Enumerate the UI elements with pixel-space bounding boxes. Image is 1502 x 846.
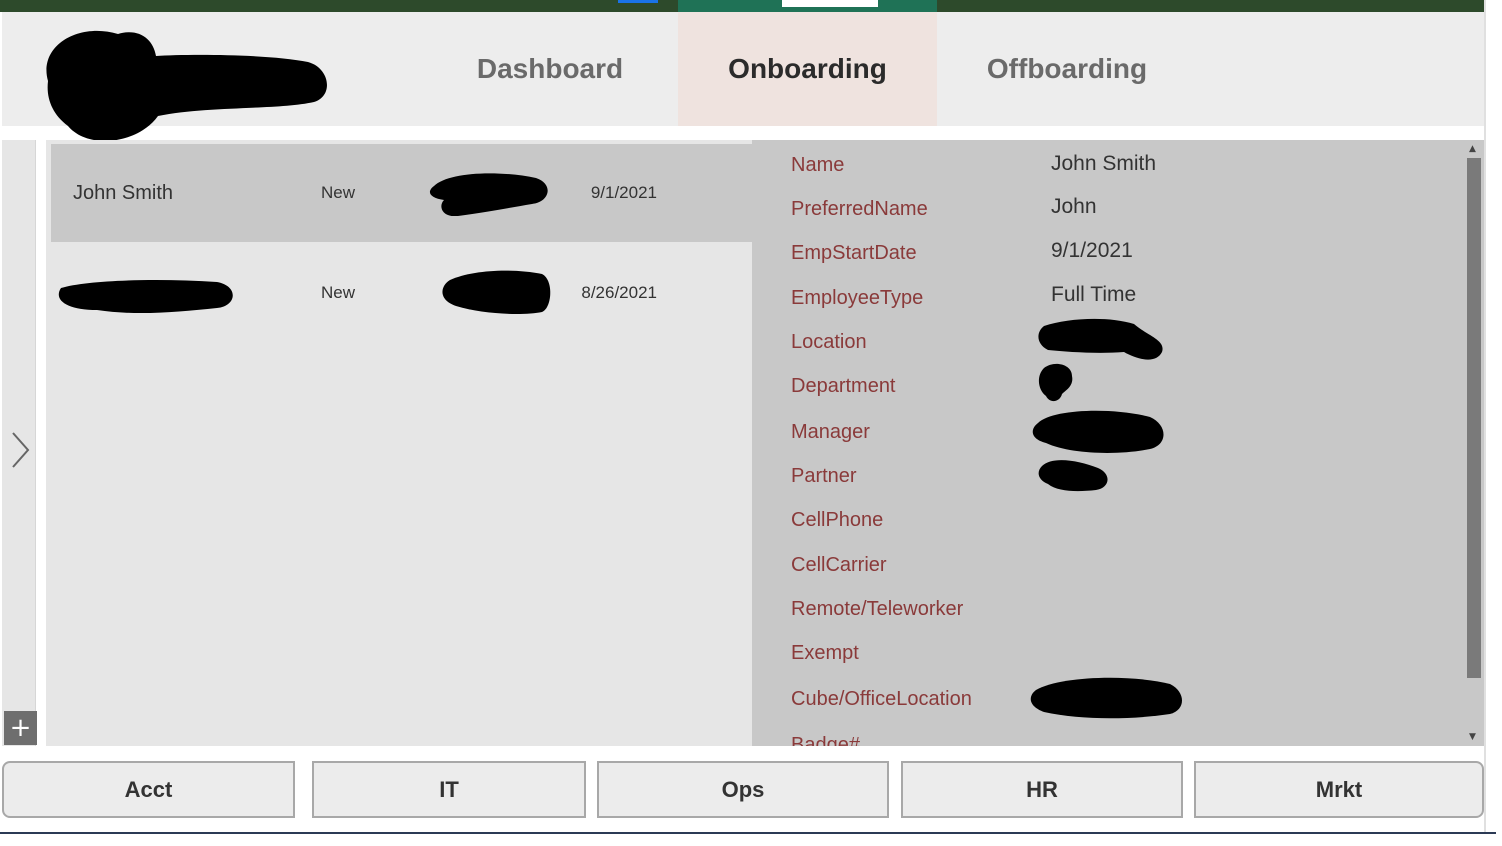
- field-label: Partner: [791, 464, 857, 487]
- field-value[interactable]: John Smith: [1051, 149, 1156, 179]
- field-label: Department: [791, 374, 896, 397]
- field-label: Remote/Teleworker: [791, 597, 964, 620]
- employee-name: John Smith: [73, 181, 174, 204]
- employee-date: 9/1/2021: [590, 183, 657, 202]
- window-edge: [1484, 0, 1486, 832]
- field-label: Cube/OfficeLocation: [791, 687, 972, 710]
- it-button[interactable]: IT: [312, 761, 586, 818]
- left-rail: +: [2, 140, 37, 746]
- plus-icon[interactable]: +: [4, 711, 37, 745]
- redacted-location: [1038, 318, 1163, 360]
- window-bottom-border: [0, 832, 1496, 834]
- redacted-cube-location: [1030, 677, 1182, 719]
- list-item[interactable]: John Smith New 9/1/2021: [51, 144, 752, 242]
- ops-button[interactable]: Ops: [597, 761, 889, 818]
- field-value[interactable]: Full Time: [1051, 280, 1136, 310]
- header: Dashboard Onboarding Offboarding: [2, 12, 1484, 141]
- chevron-right-icon[interactable]: [10, 430, 32, 470]
- field-label: CellCarrier: [791, 553, 887, 576]
- hr-button[interactable]: HR: [901, 761, 1183, 818]
- redacted-partner: [1038, 460, 1108, 492]
- field-label: Exempt: [791, 641, 859, 664]
- company-logo-redacted: [46, 30, 327, 141]
- employee-detail-form: Name John Smith PreferredName John EmpSt…: [752, 140, 1464, 746]
- scrollbar-thumb[interactable]: [1467, 158, 1481, 678]
- scroll-up-arrow-icon[interactable]: ▲: [1469, 144, 1476, 154]
- field-label: EmployeeType: [791, 286, 924, 309]
- detail-scrollbar[interactable]: ▲ ▼: [1464, 140, 1484, 746]
- tab-offboarding[interactable]: Offboarding: [937, 12, 1197, 126]
- field-label: Badge#: [791, 733, 860, 747]
- acct-button[interactable]: Acct: [2, 761, 295, 818]
- redacted-department: [1038, 363, 1073, 402]
- employee-date: 8/26/2021: [581, 283, 657, 302]
- employee-status: New: [321, 283, 356, 302]
- top-bar-indicator: [618, 0, 658, 3]
- field-label: Manager: [791, 420, 870, 443]
- list-item[interactable]: New 8/26/2021: [51, 244, 752, 342]
- field-value[interactable]: 9/1/2021: [1051, 236, 1133, 266]
- mrkt-button[interactable]: Mrkt: [1194, 761, 1484, 818]
- onboarding-app: Dashboard Onboarding Offboarding + John …: [0, 0, 1502, 846]
- scroll-down-arrow-icon[interactable]: ▼: [1469, 732, 1476, 742]
- redacted-name: [58, 280, 233, 314]
- tab-onboarding[interactable]: Onboarding: [678, 12, 937, 126]
- field-label: CellPhone: [791, 508, 884, 531]
- redacted-field: [429, 173, 548, 216]
- field-label: EmpStartDate: [791, 241, 917, 264]
- tab-dashboard[interactable]: Dashboard: [420, 12, 680, 126]
- employee-status: New: [321, 183, 356, 202]
- field-label: Location: [791, 330, 867, 353]
- field-value[interactable]: John: [1051, 192, 1097, 222]
- redacted-field: [442, 270, 551, 314]
- field-label: Name: [791, 153, 845, 176]
- top-bar: [0, 0, 1484, 12]
- redacted-manager: [1032, 410, 1164, 453]
- active-tab-highlight: [782, 0, 878, 7]
- employee-list: John Smith New 9/1/2021 New 8/26/2021: [46, 140, 752, 746]
- field-label: PreferredName: [791, 197, 928, 220]
